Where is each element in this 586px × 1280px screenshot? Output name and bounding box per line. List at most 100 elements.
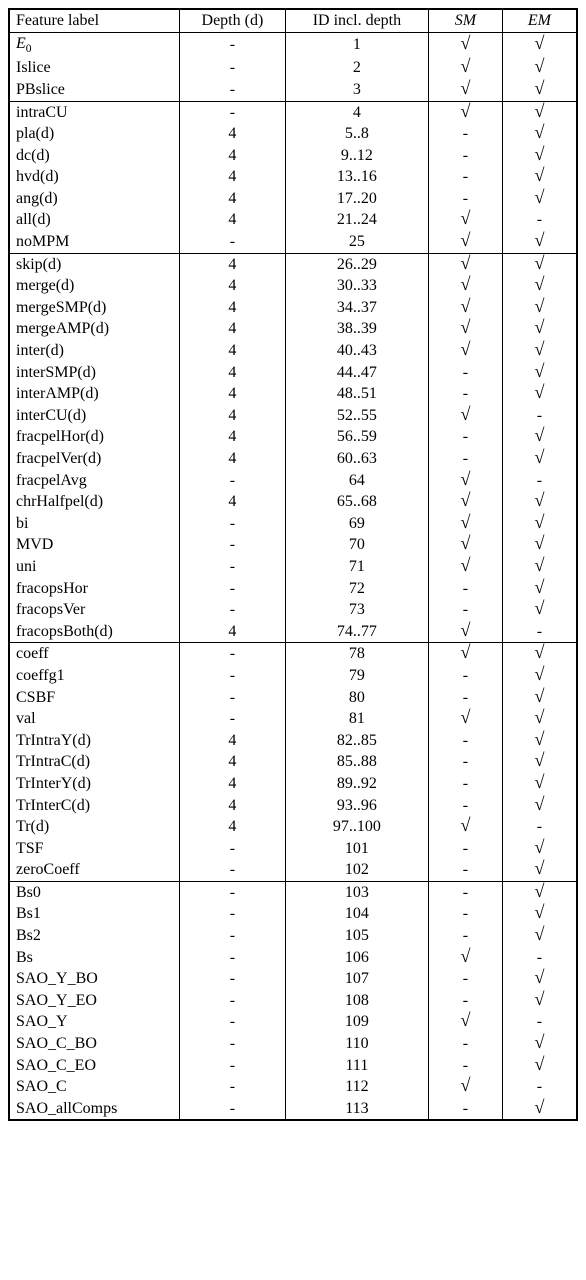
check-icon: √ — [460, 317, 470, 337]
cell-em: √ — [502, 1033, 577, 1055]
check-icon: √ — [534, 78, 544, 98]
cell-sm: - — [429, 881, 503, 903]
check-icon: √ — [534, 707, 544, 727]
cell-em: √ — [502, 231, 577, 253]
check-icon: √ — [460, 78, 470, 98]
cell-depth: - — [180, 1098, 286, 1121]
check-icon: √ — [534, 729, 544, 749]
cell-depth: 4 — [180, 209, 286, 231]
cell-sm: - — [429, 362, 503, 384]
check-icon: √ — [534, 144, 544, 164]
cell-em: - — [502, 621, 577, 643]
cell-sm: √ — [429, 101, 503, 123]
cell-em: √ — [502, 318, 577, 340]
cell-depth: - — [180, 599, 286, 621]
cell-feature: interCU(d) — [9, 405, 180, 427]
cell-em: √ — [502, 773, 577, 795]
cell-depth: 4 — [180, 405, 286, 427]
table-row: fracpelAvg-64√- — [9, 470, 577, 492]
cell-id: 74..77 — [285, 621, 428, 643]
check-icon: √ — [460, 469, 470, 489]
cell-sm: √ — [429, 318, 503, 340]
cell-feature: all(d) — [9, 209, 180, 231]
cell-feature: fracopsHor — [9, 578, 180, 600]
cell-depth: - — [180, 968, 286, 990]
table-row: Islice-2√√ — [9, 57, 577, 79]
cell-em: √ — [502, 253, 577, 275]
check-icon: √ — [534, 1032, 544, 1052]
cell-sm: √ — [429, 816, 503, 838]
cell-sm: √ — [429, 534, 503, 556]
cell-id: 5..8 — [285, 123, 428, 145]
table-row: SAO_C_EO-111-√ — [9, 1055, 577, 1077]
cell-depth: 4 — [180, 621, 286, 643]
cell-em: √ — [502, 687, 577, 709]
cell-sm: √ — [429, 470, 503, 492]
table-row: SAO_C_BO-110-√ — [9, 1033, 577, 1055]
check-icon: √ — [534, 33, 544, 53]
cell-id: 40..43 — [285, 340, 428, 362]
cell-sm: - — [429, 188, 503, 210]
table-row: SAO_Y_EO-108-√ — [9, 990, 577, 1012]
table-row: hvd(d)413..16-√ — [9, 166, 577, 188]
cell-em: √ — [502, 795, 577, 817]
cell-id: 70 — [285, 534, 428, 556]
check-icon: √ — [460, 555, 470, 575]
table-row: ang(d)417..20-√ — [9, 188, 577, 210]
table-row: interAMP(d)448..51-√ — [9, 383, 577, 405]
cell-depth: - — [180, 578, 286, 600]
cell-depth: - — [180, 708, 286, 730]
check-icon: √ — [534, 598, 544, 618]
check-icon: √ — [534, 794, 544, 814]
cell-feature: SAO_C_EO — [9, 1055, 180, 1077]
check-icon: √ — [534, 577, 544, 597]
cell-depth: - — [180, 990, 286, 1012]
cell-feature: ang(d) — [9, 188, 180, 210]
cell-id: 110 — [285, 1033, 428, 1055]
cell-id: 26..29 — [285, 253, 428, 275]
table-row: val-81√√ — [9, 708, 577, 730]
cell-feature: mergeAMP(d) — [9, 318, 180, 340]
table-row: SAO_allComps-113-√ — [9, 1098, 577, 1121]
cell-id: 108 — [285, 990, 428, 1012]
check-icon: √ — [534, 296, 544, 316]
cell-feature: Bs1 — [9, 903, 180, 925]
cell-depth: - — [180, 101, 286, 123]
cell-depth: - — [180, 1055, 286, 1077]
cell-sm: √ — [429, 621, 503, 643]
cell-em: √ — [502, 556, 577, 578]
cell-sm: - — [429, 751, 503, 773]
cell-sm: - — [429, 838, 503, 860]
cell-depth: 4 — [180, 145, 286, 167]
cell-sm: - — [429, 166, 503, 188]
check-icon: √ — [534, 361, 544, 381]
cell-sm: - — [429, 859, 503, 881]
cell-em: √ — [502, 730, 577, 752]
check-icon: √ — [534, 101, 544, 121]
cell-id: 60..63 — [285, 448, 428, 470]
cell-id: 111 — [285, 1055, 428, 1077]
cell-feature: Bs2 — [9, 925, 180, 947]
cell-em: √ — [502, 79, 577, 101]
cell-depth: 4 — [180, 773, 286, 795]
cell-id: 4 — [285, 101, 428, 123]
cell-sm: √ — [429, 32, 503, 57]
cell-id: 38..39 — [285, 318, 428, 340]
cell-id: 25 — [285, 231, 428, 253]
cell-sm: √ — [429, 209, 503, 231]
cell-sm: √ — [429, 275, 503, 297]
cell-depth: 4 — [180, 816, 286, 838]
check-icon: √ — [534, 642, 544, 662]
check-icon: √ — [534, 1054, 544, 1074]
cell-depth: - — [180, 1011, 286, 1033]
cell-id: 2 — [285, 57, 428, 79]
check-icon: √ — [534, 533, 544, 553]
cell-em: √ — [502, 275, 577, 297]
cell-feature: PBslice — [9, 79, 180, 101]
table-row: MVD-70√√ — [9, 534, 577, 556]
cell-id: 103 — [285, 881, 428, 903]
cell-id: 112 — [285, 1076, 428, 1098]
feature-table: Feature label Depth (d) ID incl. depth S… — [8, 8, 578, 1121]
cell-feature: interAMP(d) — [9, 383, 180, 405]
cell-em: - — [502, 209, 577, 231]
